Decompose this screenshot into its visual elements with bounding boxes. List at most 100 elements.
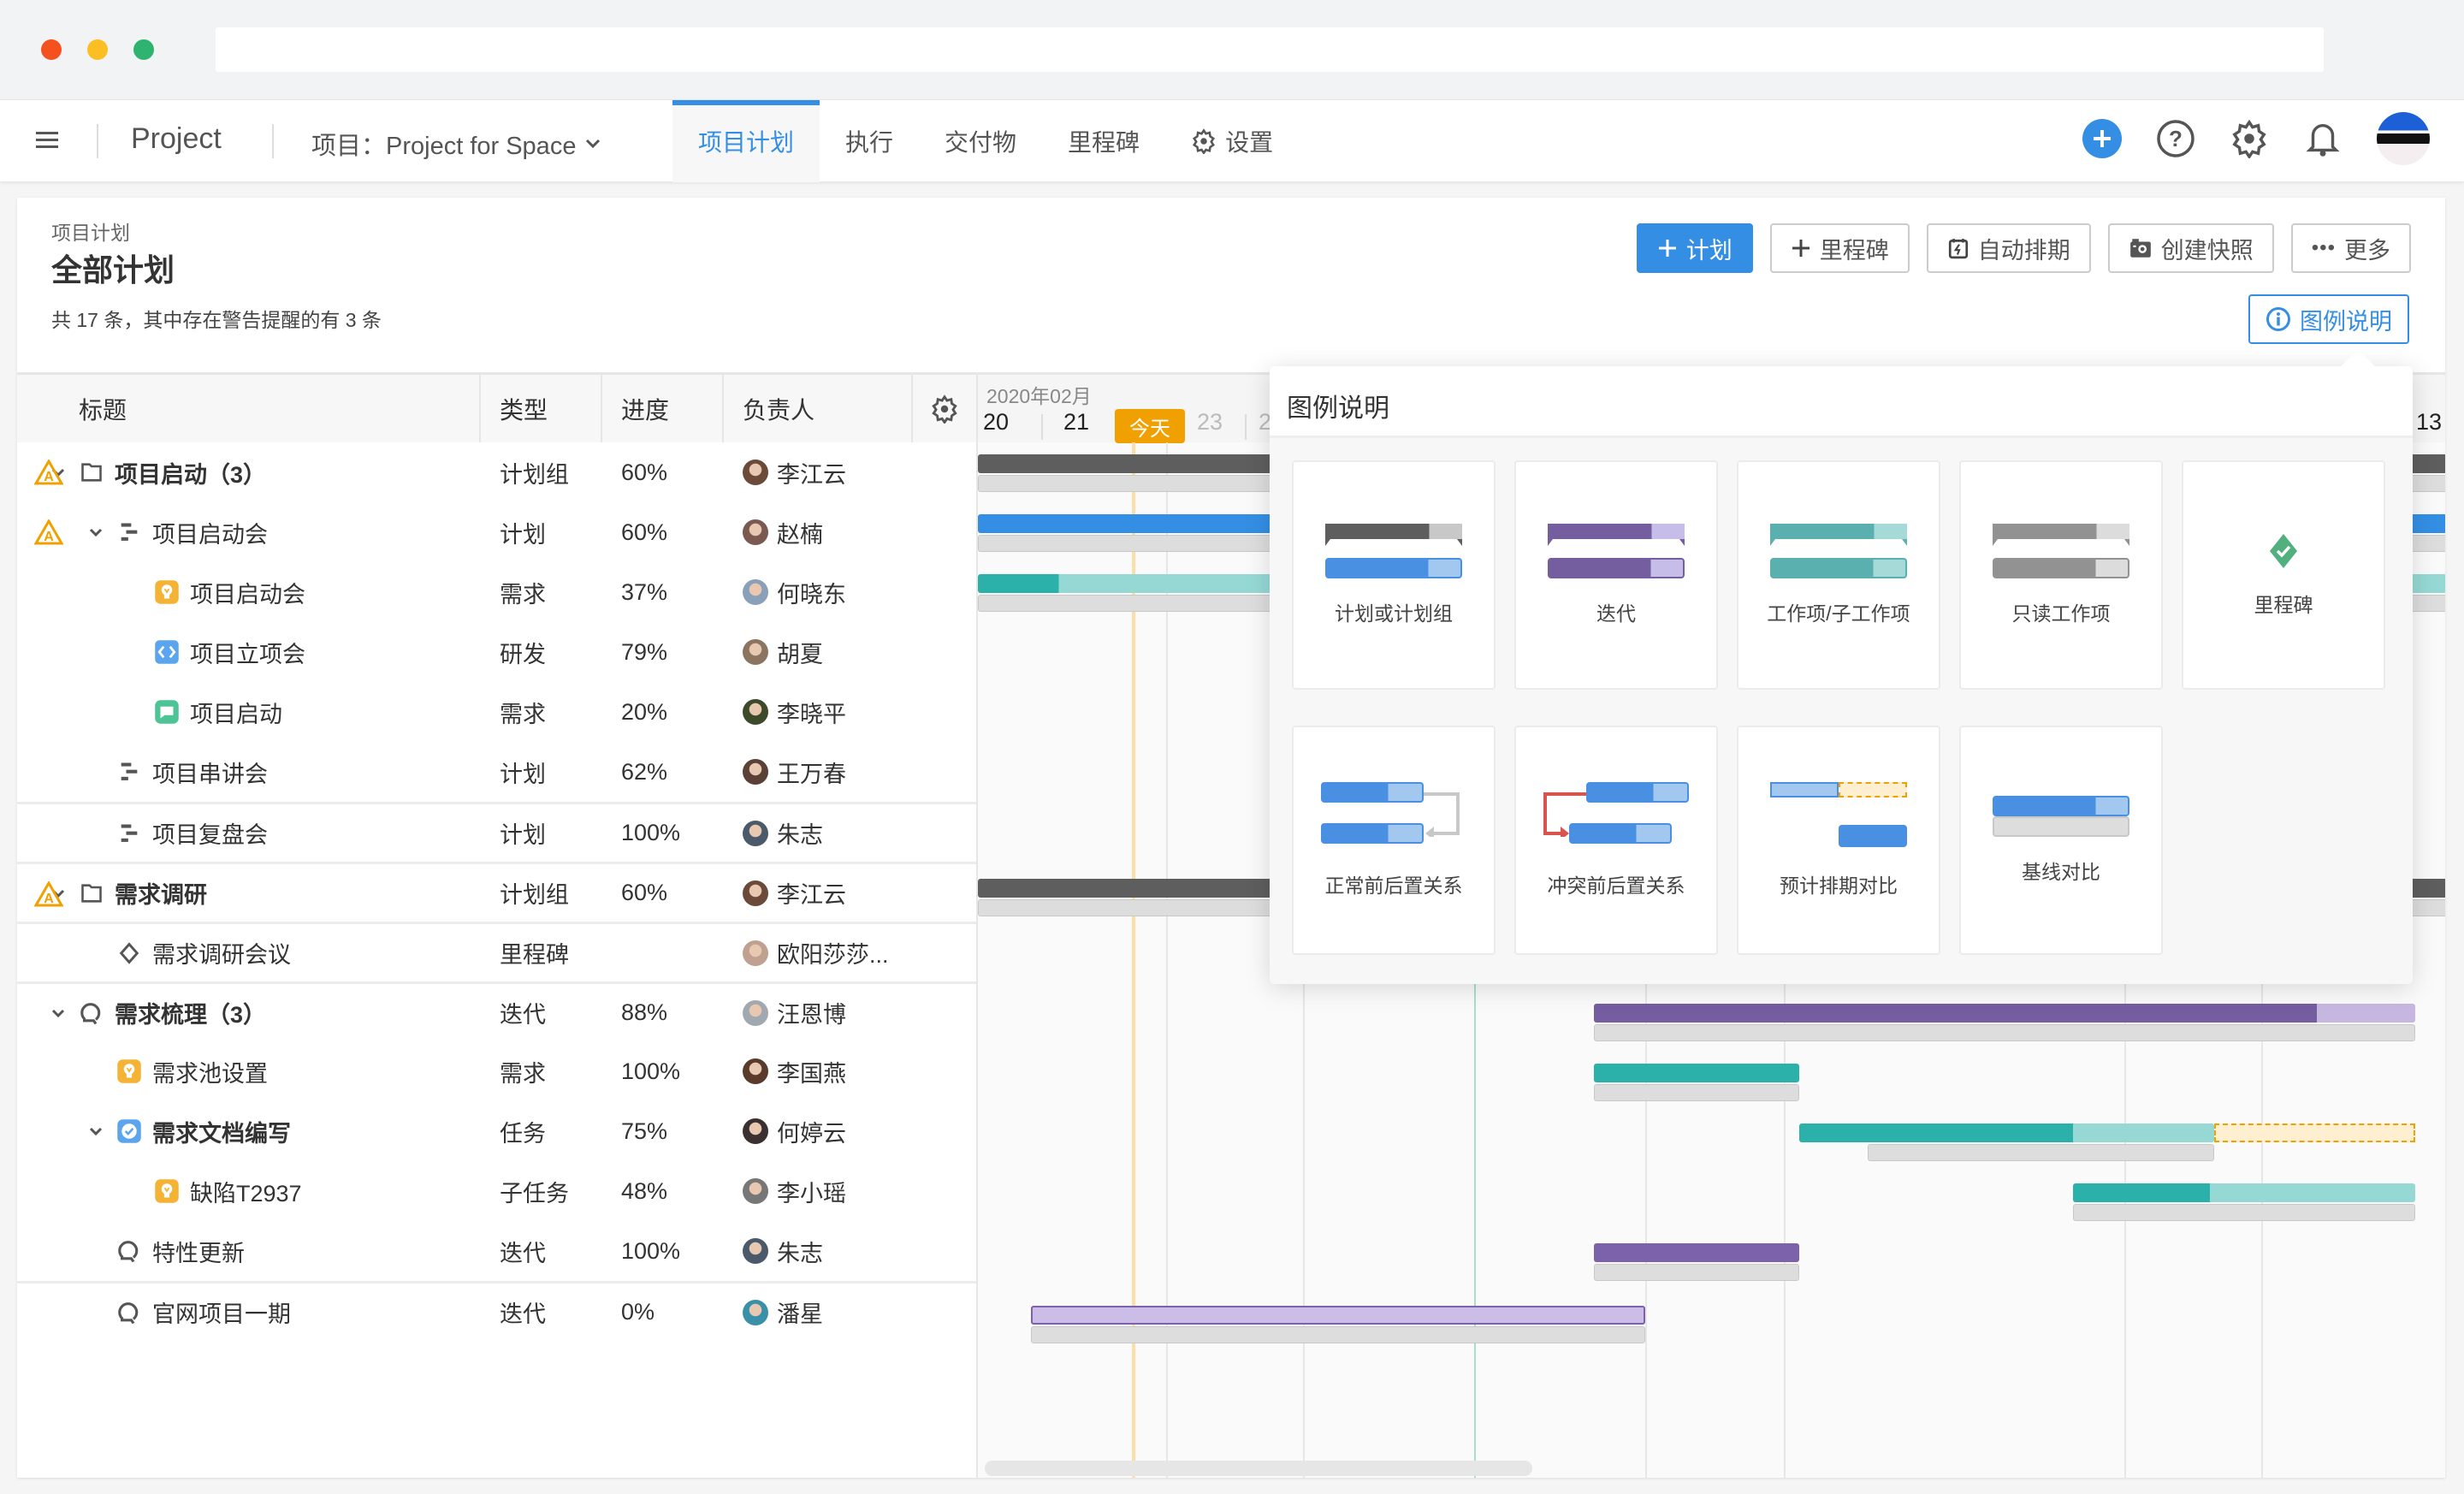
row-title[interactable]: 项目立项会	[190, 636, 305, 669]
warning-icon[interactable]: A	[34, 519, 63, 545]
row-title[interactable]: 需求文档编写	[152, 1115, 291, 1148]
expand-chevron-icon[interactable]	[87, 1125, 104, 1137]
legend-label: 迭代	[1596, 602, 1636, 625]
row-owner[interactable]: 李江云	[724, 876, 913, 910]
owner-name: 朱志	[777, 1240, 823, 1266]
row-owner[interactable]: 李小瑶	[724, 1175, 913, 1208]
row-owner[interactable]: 何晓东	[724, 576, 913, 609]
row-title[interactable]: 需求调研	[115, 876, 207, 910]
gantt-bar[interactable]	[1594, 1243, 1799, 1262]
owner-name: 李江云	[777, 882, 846, 908]
table-row[interactable]: A 项目启动（3） 计划组 60% 李江云	[17, 442, 976, 502]
add-plan-button[interactable]: 计划	[1636, 223, 1753, 273]
settings-icon[interactable]	[2230, 119, 2269, 158]
table-row[interactable]: 特性更新 迭代 100% 朱志	[17, 1221, 976, 1281]
gantt-bar[interactable]	[1594, 1064, 1799, 1082]
column-header-owner[interactable]: 负责人	[724, 375, 913, 442]
row-title[interactable]: 需求池设置	[152, 1055, 268, 1088]
table-row[interactable]: 项目启动 需求 20% 李晓平	[17, 682, 976, 742]
row-title[interactable]: 缺陷T2937	[190, 1175, 302, 1208]
warning-icon[interactable]: A	[34, 459, 63, 485]
column-header-title[interactable]: 标题	[17, 375, 481, 442]
row-type: 里程碑	[500, 942, 569, 968]
more-button[interactable]: ••• 更多	[2290, 223, 2411, 273]
bell-icon[interactable]	[2303, 119, 2343, 158]
row-owner[interactable]: 潘星	[724, 1295, 913, 1329]
gantt-bar[interactable]	[1799, 1123, 2214, 1142]
maximize-window-dot[interactable]	[133, 39, 154, 60]
column-header-type[interactable]: 类型	[481, 375, 602, 442]
table-row[interactable]: 缺陷T2937 子任务 48% 李小瑶	[17, 1161, 976, 1221]
legend-label: 正常前后置关系	[1324, 874, 1463, 897]
add-milestone-button[interactable]: 里程碑	[1769, 223, 1910, 273]
row-owner[interactable]: 赵楠	[724, 516, 913, 549]
legend-item-baseline: 基线对比	[1959, 726, 2163, 955]
tab-execution[interactable]: 执行	[820, 100, 919, 182]
row-owner[interactable]: 李晓平	[724, 696, 913, 729]
menu-icon[interactable]	[34, 127, 60, 153]
row-title[interactable]: 项目启动	[190, 696, 282, 729]
row-title[interactable]: 需求调研会议	[152, 936, 291, 969]
row-title[interactable]: 项目串讲会	[152, 756, 268, 789]
table-row[interactable]: 项目启动会 需求 37% 何晓东	[17, 562, 976, 622]
row-owner[interactable]: 李国燕	[724, 1055, 913, 1088]
row-title[interactable]: 官网项目一期	[152, 1295, 291, 1329]
table-row[interactable]: 需求调研会议 里程碑 欧阳莎莎...	[17, 922, 976, 981]
avatar	[743, 1058, 768, 1084]
row-progress: 62%	[621, 758, 668, 785]
tab-project-plan[interactable]: 项目计划	[672, 100, 820, 182]
expand-chevron-icon[interactable]	[50, 1007, 67, 1019]
table-row[interactable]: 官网项目一期 迭代 0% 潘星	[17, 1281, 976, 1341]
table-row[interactable]: 项目串讲会 计划 62% 王万春	[17, 742, 976, 802]
expand-chevron-icon[interactable]	[87, 526, 104, 538]
row-owner[interactable]: 朱志	[724, 1235, 913, 1268]
gantt-bar[interactable]	[2073, 1183, 2415, 1202]
row-title[interactable]: 项目复盘会	[152, 816, 268, 850]
row-owner[interactable]: 李江云	[724, 456, 913, 489]
table-row[interactable]: A 需求调研 计划组 60% 李江云	[17, 862, 976, 922]
tab-settings[interactable]: 设置	[1165, 100, 1299, 182]
project-selector[interactable]: 项目：Project for Space	[311, 126, 601, 162]
row-progress: 100%	[621, 1237, 681, 1264]
tab-milestones[interactable]: 里程碑	[1042, 100, 1165, 182]
table-row[interactable]: 项目复盘会 计划 100% 朱志	[17, 802, 976, 862]
table-row[interactable]: 需求文档编写 任务 75% 何婷云	[17, 1101, 976, 1161]
minimize-window-dot[interactable]	[87, 39, 108, 60]
row-owner[interactable]: 王万春	[724, 756, 913, 789]
legend-button[interactable]: 图例说明	[2248, 294, 2409, 344]
table-row[interactable]: 项目立项会 研发 79% 胡夏	[17, 622, 976, 682]
owner-name: 潘星	[777, 1301, 823, 1327]
row-title[interactable]: 特性更新	[152, 1235, 245, 1268]
close-window-dot[interactable]	[41, 39, 62, 60]
row-owner[interactable]: 何婷云	[724, 1115, 913, 1148]
owner-name: 汪恩博	[777, 1002, 846, 1028]
row-title[interactable]: 项目启动会	[190, 576, 305, 609]
row-title[interactable]: 项目启动（3）	[115, 456, 266, 489]
row-type: 迭代	[500, 1002, 546, 1028]
row-owner[interactable]: 欧阳莎莎...	[724, 936, 913, 969]
gantt-bar[interactable]	[1594, 1004, 2415, 1023]
table-row[interactable]: 需求梳理（3） 迭代 88% 汪恩博	[17, 981, 976, 1041]
column-header-progress[interactable]: 进度	[602, 375, 724, 442]
add-icon[interactable]	[2082, 119, 2122, 158]
row-title[interactable]: 需求梳理（3）	[115, 996, 266, 1029]
horizontal-scrollbar[interactable]	[985, 1461, 1532, 1476]
help-icon[interactable]: ?	[2156, 119, 2195, 158]
row-title[interactable]: 项目启动会	[152, 516, 268, 549]
table-row[interactable]: A 项目启动会 计划 60% 赵楠	[17, 502, 976, 562]
row-owner[interactable]: 胡夏	[724, 636, 913, 669]
table-row[interactable]: 需求池设置 需求 100% 李国燕	[17, 1041, 976, 1101]
row-owner[interactable]: 汪恩博	[724, 996, 913, 1029]
column-settings[interactable]	[913, 375, 976, 442]
warning-icon[interactable]: A	[34, 881, 63, 907]
row-title-cell: 特性更新	[17, 1221, 481, 1281]
user-avatar[interactable]	[2377, 112, 2430, 165]
row-owner[interactable]: 朱志	[724, 816, 913, 850]
auto-schedule-button[interactable]: 自动排期	[1926, 223, 2091, 273]
gantt-bar[interactable]	[1031, 1306, 1645, 1325]
tab-deliverables[interactable]: 交付物	[919, 100, 1042, 182]
breadcrumb[interactable]: 项目计划	[51, 216, 130, 246]
address-bar[interactable]	[216, 27, 2324, 72]
create-snapshot-button[interactable]: 创建快照	[2107, 223, 2274, 273]
owner-name: 胡夏	[777, 641, 823, 667]
